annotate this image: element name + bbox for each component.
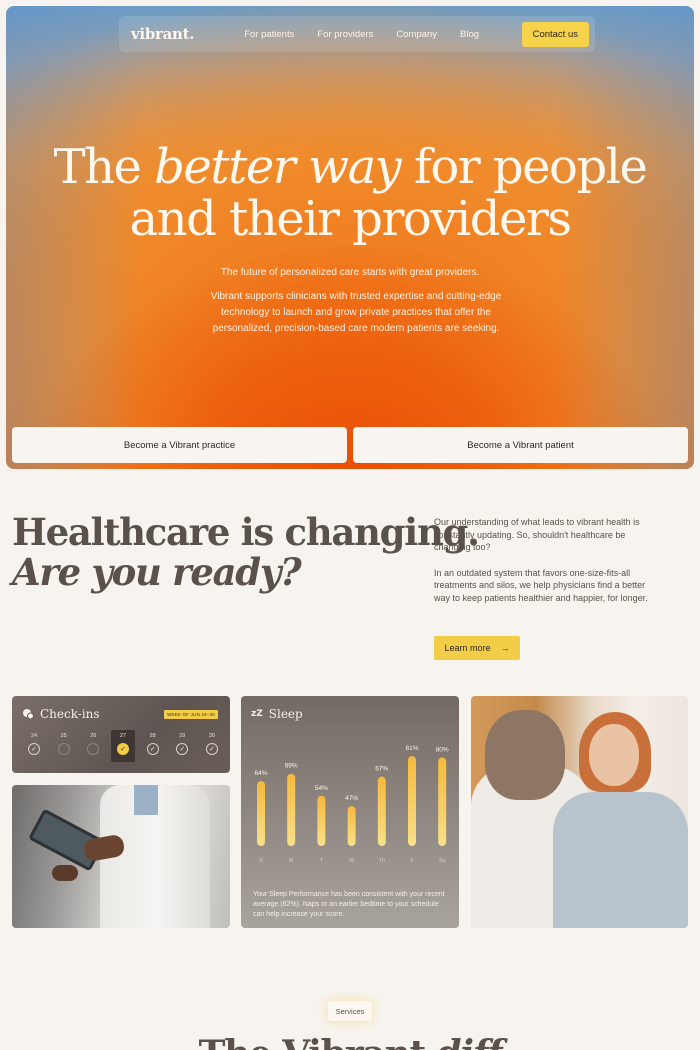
check-circle-icon: ✓ <box>205 743 218 755</box>
hero-description: Vibrant supports clinicians with trusted… <box>210 291 502 334</box>
become-patient-button[interactable]: Become a Vibrant patient <box>353 427 688 463</box>
checkins-card: Check-ins WEEK OF JUN 24–30 24 ✓ 25 26 27 ✓ 28… <box>12 696 230 773</box>
top-nav: vibrant. For patients For providers Comp… <box>119 16 595 52</box>
services-heading: The Vibrant diff <box>0 1033 700 1050</box>
hero-title: The better way for people and their provi… <box>53 139 648 247</box>
sleep-bar <box>287 773 296 846</box>
patient-consultation-photo <box>471 696 688 928</box>
learn-more-button[interactable]: Learn more → <box>434 636 520 660</box>
learn-more-label: Learn more <box>444 643 491 653</box>
arrow-right-icon: → <box>500 643 510 653</box>
photo-clinician-body <box>553 792 688 928</box>
sleep-bar-value-label: 69% <box>285 763 298 770</box>
sleep-day-label: Sa <box>439 858 447 864</box>
empty-circle-icon <box>57 743 70 755</box>
checkin-day[interactable]: 29 ✓ <box>170 730 194 762</box>
nav-link-blog[interactable]: Blog <box>460 29 479 40</box>
checkins-title: Check-ins <box>40 707 100 721</box>
hero-subtitle: The future of personalized care starts w… <box>220 267 480 278</box>
sleep-bar-value-label: 81% <box>405 745 418 752</box>
hero-section: vibrant. For patients For providers Comp… <box>6 6 694 469</box>
checkins-header: Check-ins <box>22 707 100 721</box>
sleep-bar <box>438 757 447 846</box>
checkin-day-number: 30 <box>208 733 215 739</box>
checkin-day[interactable]: 28 ✓ <box>141 730 165 762</box>
photo-clinician-face <box>589 724 639 786</box>
nav-link-company[interactable]: Company <box>396 29 437 40</box>
checkin-day[interactable]: 26 <box>81 730 105 762</box>
checkin-day-number: 26 <box>90 733 97 739</box>
sleep-day-label: Th <box>379 858 385 864</box>
week-badge: WEEK OF JUN 24–30 <box>164 710 218 719</box>
changing-heading-line2: Are you ready? <box>12 550 302 594</box>
check-circle-icon: ✓ <box>116 743 129 755</box>
changing-heading-line1: Healthcare is changing. <box>12 510 480 554</box>
nav-link-patients[interactable]: For patients <box>244 29 294 40</box>
changing-heading: Healthcare is changing. Are you ready? <box>12 510 480 594</box>
empty-circle-icon <box>87 743 100 755</box>
check-circle-icon: ✓ <box>176 743 189 755</box>
check-circle-icon: ✓ <box>146 743 159 755</box>
contact-us-button[interactable]: Contact us <box>521 21 589 47</box>
check-circle-icon: ✓ <box>28 743 40 755</box>
changing-paragraph-1: Our understanding of what leads to vibra… <box>434 517 640 552</box>
checkin-day-number: 29 <box>179 733 186 739</box>
sleep-day-label: F <box>410 858 414 864</box>
photo-patient-hair <box>485 710 565 800</box>
services-badge: Services <box>328 1001 372 1021</box>
checkins-days: 24 ✓ 25 26 27 ✓ 28 ✓ 29 ✓ 30 ✓ <box>22 730 224 762</box>
nav-link-providers[interactable]: For providers <box>317 29 373 40</box>
sleep-bar <box>347 806 356 846</box>
sleep-day-label: M <box>289 858 294 864</box>
photo-doctor-collar <box>134 785 158 815</box>
nav-links: For patients For providers Company Blog <box>244 29 479 40</box>
checkin-day-number: 25 <box>60 733 67 739</box>
sleep-note: Your Sleep Performance has been consiste… <box>253 891 445 918</box>
checkin-day[interactable]: 25 <box>52 730 76 762</box>
checkin-day[interactable]: 27 ✓ <box>110 730 135 762</box>
changing-description: Our understanding of what leads to vibra… <box>434 516 659 604</box>
sleep-card: zZ Sleep 64% S 69% M 54% T 47% W 67% Th 81% F 80% Sa … <box>241 696 459 928</box>
sleep-bar-value-label: 80% <box>436 747 449 754</box>
changing-paragraph-2: In an outdated system that favors one-si… <box>434 567 648 603</box>
chat-bubbles-icon <box>23 709 34 720</box>
doctor-tablet-photo <box>12 785 230 928</box>
sleep-bar-value-label: 54% <box>315 785 328 792</box>
sleep-day-label: S <box>259 858 263 864</box>
sleep-day-label: T <box>320 858 324 864</box>
checkin-day[interactable]: 24 ✓ <box>22 730 46 762</box>
sleep-bar-value-label: 64% <box>254 770 267 777</box>
checkin-day-number: 24 <box>30 733 38 739</box>
sleep-bar <box>257 781 265 846</box>
sleep-bar <box>317 795 326 846</box>
sleep-day-label: W <box>349 858 355 864</box>
checkin-day[interactable]: 30 ✓ <box>200 730 224 762</box>
sleep-bar <box>377 776 386 846</box>
become-practice-button[interactable]: Become a Vibrant practice <box>12 427 347 463</box>
checkin-day-number: 27 <box>119 733 127 739</box>
sleep-bar <box>408 756 416 846</box>
hero-cta-row: Become a Vibrant practice Become a Vibra… <box>12 427 688 463</box>
sleep-bar-value-label: 67% <box>375 766 388 773</box>
sleep-bar-value-label: 47% <box>345 795 358 802</box>
logo[interactable]: vibrant. <box>131 25 194 43</box>
checkin-day-number: 28 <box>149 733 156 739</box>
photo-hand-2 <box>52 865 78 881</box>
